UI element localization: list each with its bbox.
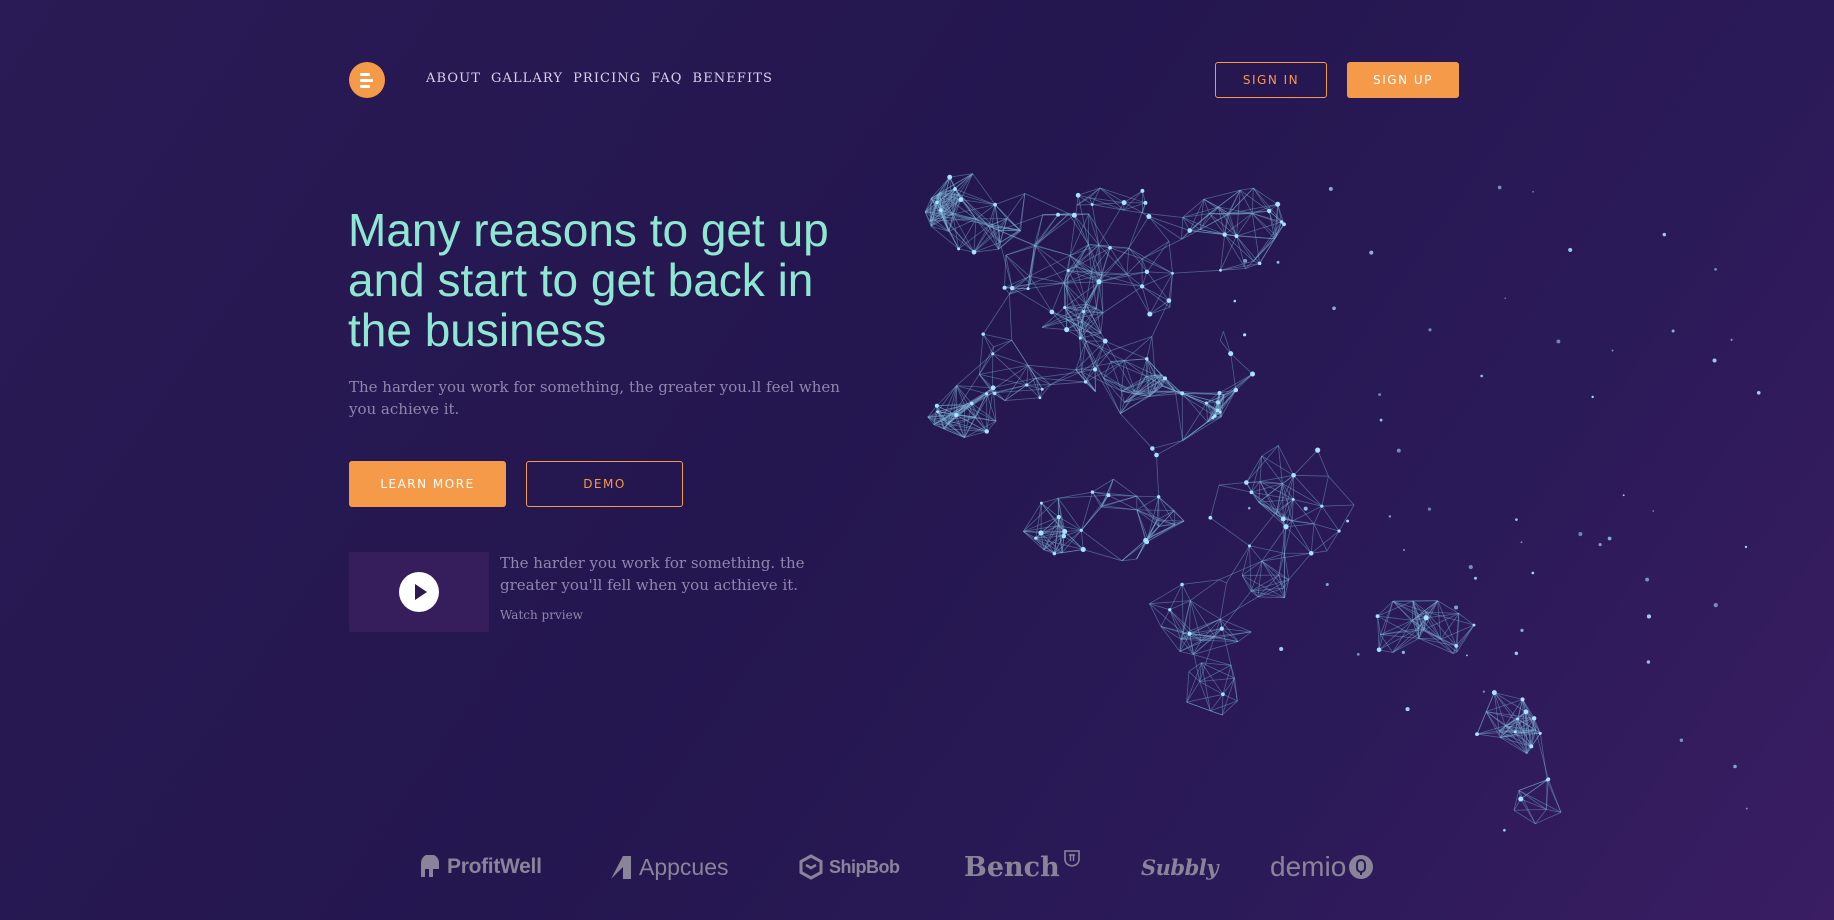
runner-network-illustration (924, 173, 1761, 832)
brand-logos: ProfitWell Appcues ShipBob Bench Subbly … (0, 842, 1834, 892)
logo-icon[interactable] (349, 62, 385, 98)
brand-appcues: Appcues (609, 842, 729, 892)
brand-bench: Bench (964, 842, 1087, 892)
hero-title: Many reasons to get up and start to get … (348, 204, 829, 356)
video-thumbnail[interactable] (349, 552, 489, 632)
learn-more-button[interactable]: LEARN MORE (349, 461, 506, 507)
play-icon[interactable] (399, 572, 439, 612)
brand-profitwell: ProfitWell (419, 842, 542, 892)
brand-demio: demio (1270, 842, 1380, 892)
appcues-icon (611, 856, 631, 879)
sign-up-button[interactable]: SIGN UP (1347, 62, 1459, 98)
hero-subtitle: The harder you work for something, the g… (349, 378, 840, 418)
shipbob-icon (799, 854, 823, 880)
profitwell-icon (421, 855, 439, 877)
top-nav: ABOUT GALLARY PRICING FAQ BENEFITS SIGN … (349, 61, 1460, 99)
demio-icon (1349, 855, 1374, 879)
menu-item-pricing[interactable]: PRICING (573, 71, 641, 86)
brand-shipbob: ShipBob (799, 842, 900, 892)
video-description: The harder you work for something. the g… (500, 554, 805, 594)
menu-item-gallary[interactable]: GALLARY (491, 71, 563, 86)
demo-button[interactable]: DEMO (526, 461, 683, 507)
brand-subbly: Subbly (1141, 854, 1218, 880)
menu-item-benefits[interactable]: BENEFITS (693, 71, 773, 86)
menu-item-about[interactable]: ABOUT (426, 71, 481, 86)
main-menu: ABOUT GALLARY PRICING FAQ BENEFITS (426, 71, 773, 86)
bench-icon (1063, 850, 1080, 867)
watch-preview-link[interactable]: Watch prview (500, 608, 583, 622)
menu-item-faq[interactable]: FAQ (651, 71, 682, 86)
sign-in-button[interactable]: SIGN IN (1215, 62, 1327, 98)
